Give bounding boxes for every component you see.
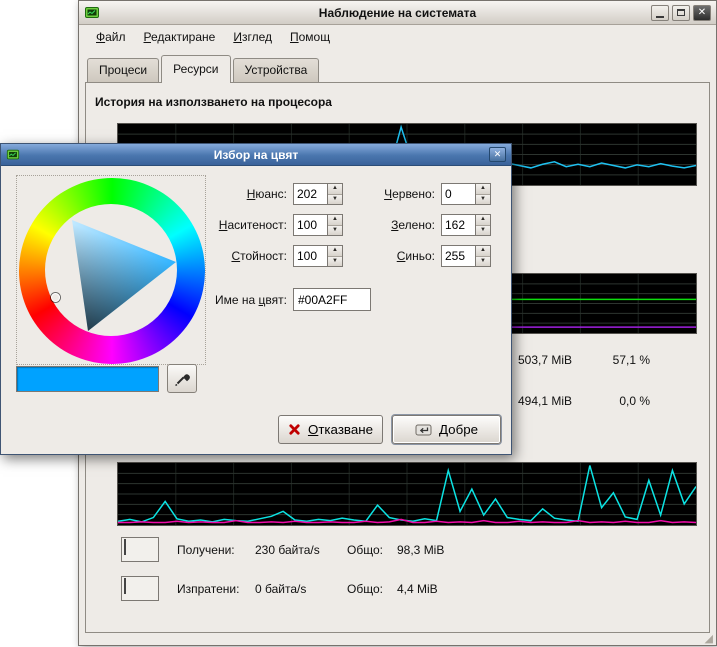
menu-item-file[interactable]: Файл — [87, 26, 135, 50]
sent-label: Изпратени: — [177, 582, 239, 596]
blue-label: Синьо: — [329, 245, 435, 267]
color-wheel[interactable] — [16, 175, 206, 365]
saturation-label: Наситеност: — [181, 214, 287, 236]
sent-color-swatch-button[interactable] — [121, 576, 159, 601]
cpu-history-heading: История на използването на процесора — [95, 95, 332, 109]
green-label: Зелено: — [329, 214, 435, 236]
color-selector-marker — [51, 293, 60, 302]
eyedropper-button[interactable] — [167, 364, 197, 393]
menu-item-edit[interactable]: Редактиране — [135, 26, 225, 50]
tab-processes[interactable]: Процеси — [87, 58, 159, 82]
received-rate: 230 байта/s — [255, 543, 320, 557]
blue-spin-down-button[interactable]: ▼ — [476, 256, 490, 267]
hue-label: Нюанс: — [181, 183, 287, 205]
dialog-close-button[interactable]: ✕ — [489, 147, 506, 162]
sent-color-fill — [124, 578, 126, 594]
green-spin-up-button[interactable]: ▲ — [476, 215, 490, 225]
red-input[interactable] — [441, 183, 475, 205]
received-total: 98,3 MiB — [397, 543, 444, 557]
cancel-button[interactable]: Отказване — [278, 415, 383, 444]
close-icon: ✕ — [698, 7, 706, 18]
menu-item-view[interactable]: Изглед — [224, 26, 281, 50]
tab-devices[interactable]: Устройства — [233, 58, 320, 82]
dialog-titlebar[interactable]: Избор на цвят ✕ — [1, 144, 511, 166]
red-spinbox: ▲▼ — [441, 183, 491, 205]
sent-total: 4,4 MiB — [397, 582, 438, 596]
minimize-button[interactable] — [651, 5, 669, 21]
tab-resources[interactable]: Ресурси — [161, 55, 230, 83]
cancel-icon — [288, 423, 301, 436]
swap-used-percent: 0,0 % — [586, 394, 650, 408]
color-name-input[interactable] — [293, 288, 371, 311]
value-input[interactable] — [293, 245, 327, 267]
color-name-label: Име на цвят: — [181, 289, 287, 311]
menubar: Файл Редактиране Изглед Помощ — [79, 26, 716, 50]
cancel-label: Отказване — [308, 422, 373, 437]
sent-rate: 0 байта/s — [255, 582, 306, 596]
received-total-label: Общо: — [347, 543, 383, 557]
received-color-swatch-button[interactable] — [121, 537, 159, 562]
dialog-title: Избор на цвят — [1, 148, 511, 162]
main-window-title: Наблюдение на системата — [79, 6, 716, 20]
ok-button[interactable]: Добре — [392, 415, 501, 444]
green-input[interactable] — [441, 214, 475, 236]
blue-input[interactable] — [441, 245, 475, 267]
blue-spin-up-button[interactable]: ▲ — [476, 246, 490, 256]
main-titlebar[interactable]: Наблюдение на системата ✕ — [79, 1, 716, 25]
minimize-icon — [656, 16, 664, 18]
red-spin-up-button[interactable]: ▲ — [476, 184, 490, 194]
swap-used-value: 494,1 MiB — [518, 394, 572, 408]
network-history-chart — [117, 462, 697, 526]
red-label: Червено: — [329, 183, 435, 205]
close-button[interactable]: ✕ — [693, 5, 711, 21]
red-spin-down-button[interactable]: ▼ — [476, 194, 490, 205]
color-picker-dialog: Избор на цвят ✕ Нюанс: ▲▼ Червено: ▲▼ На… — [0, 143, 512, 455]
ok-icon — [415, 422, 432, 437]
color-preview — [16, 366, 159, 392]
ok-label: Добре — [439, 422, 478, 437]
eyedropper-icon — [174, 370, 191, 387]
maximize-button[interactable] — [672, 5, 690, 21]
saturation-input[interactable] — [293, 214, 327, 236]
dialog-close-icon: ✕ — [494, 149, 502, 160]
value-label: Стойност: — [181, 245, 287, 267]
memory-used-percent: 57,1 % — [586, 353, 650, 367]
notebook-tabs: Процеси Ресурси Устройства — [87, 55, 321, 83]
resize-grip[interactable]: ◢ — [705, 632, 713, 645]
blue-spinbox: ▲▼ — [441, 245, 491, 267]
hue-input[interactable] — [293, 183, 327, 205]
memory-used-value: 503,7 MiB — [518, 353, 572, 367]
menu-item-help[interactable]: Помощ — [281, 26, 339, 50]
received-color-fill — [124, 539, 126, 555]
maximize-icon — [677, 9, 685, 16]
sent-total-label: Общо: — [347, 582, 383, 596]
green-spin-down-button[interactable]: ▼ — [476, 225, 490, 236]
green-spinbox: ▲▼ — [441, 214, 491, 236]
received-label: Получени: — [177, 543, 235, 557]
